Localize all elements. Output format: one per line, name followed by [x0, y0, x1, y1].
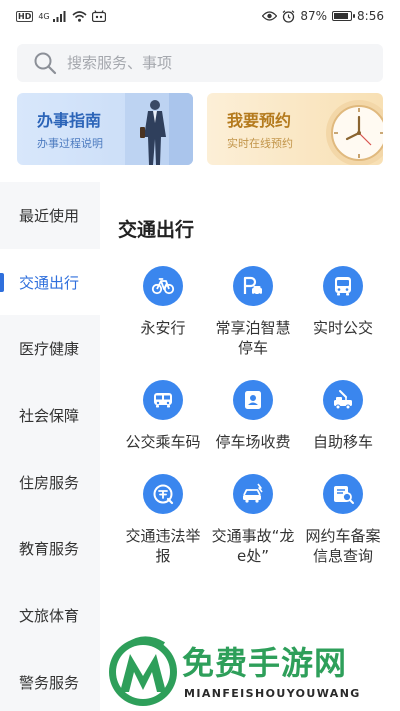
hd-icon: HD	[16, 10, 34, 22]
service-label: 停车场收费	[215, 433, 291, 451]
service-parking-fee[interactable]: 停车场收费	[208, 380, 298, 452]
service-label: 公交乘车码	[125, 433, 201, 451]
status-bar: HD 4G 87% 8:56	[0, 0, 400, 32]
service-violation-report[interactable]: 交通违法举报	[118, 474, 208, 566]
sidebar-item-label: 警务服务	[19, 673, 80, 692]
guide-banner-title: 办事指南	[37, 111, 102, 130]
service-label: 永安行	[140, 319, 186, 337]
service-label: 网约车备案信息查询	[305, 527, 381, 565]
service-label: 常享泊智慧停车	[215, 319, 291, 357]
service-label: 实时公交	[312, 319, 373, 337]
parking-fee-icon	[233, 380, 273, 420]
ride-hailing-query-icon	[323, 474, 363, 514]
service-ride-hailing-query[interactable]: 网约车备案信息查询	[298, 474, 388, 566]
service-accident-handling[interactable]: 交通事故“龙e处”	[208, 474, 298, 566]
battery-icon	[332, 11, 356, 21]
sidebar-item-label: 最近使用	[19, 206, 80, 225]
appointment-banner-title: 我要预约	[227, 111, 292, 130]
clock: 8:56	[357, 9, 384, 23]
status-left: HD 4G	[16, 10, 106, 22]
signal-icon	[52, 10, 67, 22]
service-label: 自助移车	[312, 433, 373, 451]
parking-icon	[233, 266, 273, 306]
battery-fill	[334, 13, 349, 19]
sidebar-item-education[interactable]: 教育服务	[0, 515, 100, 582]
watermark-subtitle: MIANFEISHOUYOUWANG	[184, 687, 361, 700]
battery-percent: 87%	[300, 9, 328, 23]
bus-code-icon	[143, 380, 183, 420]
appointment-banner[interactable]: 我要预约 实时在线预约	[207, 93, 383, 165]
service-realtime-bus[interactable]: 实时公交	[298, 266, 388, 358]
category-sidebar: 最近使用 交通出行 医疗健康 社会保障 住房服务 教育服务 文旅体育 警务服务	[0, 182, 100, 711]
sidebar-item-social-security[interactable]: 社会保障	[0, 382, 100, 449]
appointment-banner-subtitle: 实时在线预约	[227, 137, 293, 150]
watermark: 免费手游网 MIANFEISHOUYOUWANG	[104, 630, 400, 711]
sidebar-item-label: 交通出行	[19, 273, 80, 292]
watermark-logo-icon	[109, 636, 177, 706]
sidebar-item-label: 社会保障	[19, 406, 80, 425]
service-self-move-car[interactable]: 自助移车	[298, 380, 388, 452]
service-label: 交通事故“龙e处”	[211, 527, 295, 565]
notification-app-icon	[91, 10, 106, 22]
search-icon	[33, 51, 57, 75]
sidebar-item-transport[interactable]: 交通出行	[0, 248, 100, 316]
search-input[interactable]	[67, 54, 347, 72]
status-right: 87% 8:56	[262, 9, 384, 23]
violation-report-icon	[143, 474, 183, 514]
section-title: 交通出行	[118, 219, 195, 241]
service-label: 交通违法举报	[125, 527, 201, 565]
network-type-label: 4G	[38, 11, 50, 21]
sidebar-item-recent[interactable]: 最近使用	[0, 182, 100, 249]
watermark-title: 免费手游网	[182, 644, 348, 682]
sidebar-item-housing[interactable]: 住房服务	[0, 449, 100, 516]
sidebar-item-police[interactable]: 警务服务	[0, 649, 100, 711]
wifi-icon	[72, 10, 87, 22]
sidebar-item-label: 医疗健康	[19, 340, 80, 359]
bus-icon	[323, 266, 363, 306]
search-bar[interactable]	[17, 44, 383, 82]
guide-banner-subtitle: 办事过程说明	[37, 137, 103, 150]
guide-banner[interactable]: 办事指南 办事过程说明	[17, 93, 193, 165]
car-accident-icon	[233, 474, 273, 514]
service-grid: 永安行 常享泊智慧停车 实时公交 公交乘车码 停车场收费 自助移车 交通违法举报…	[118, 266, 388, 566]
sidebar-item-label: 教育服务	[19, 540, 80, 559]
tow-truck-icon	[323, 380, 363, 420]
sidebar-item-culture-sports[interactable]: 文旅体育	[0, 582, 100, 649]
service-bus-code[interactable]: 公交乘车码	[118, 380, 208, 452]
alarm-icon	[282, 9, 295, 23]
sidebar-item-label: 文旅体育	[19, 606, 80, 625]
eye-icon	[262, 11, 278, 21]
service-smart-parking[interactable]: 常享泊智慧停车	[208, 266, 298, 358]
sidebar-item-label: 住房服务	[19, 473, 80, 492]
service-yonganxing[interactable]: 永安行	[118, 266, 208, 358]
sidebar-item-medical[interactable]: 医疗健康	[0, 315, 100, 382]
bicycle-icon	[143, 266, 183, 306]
